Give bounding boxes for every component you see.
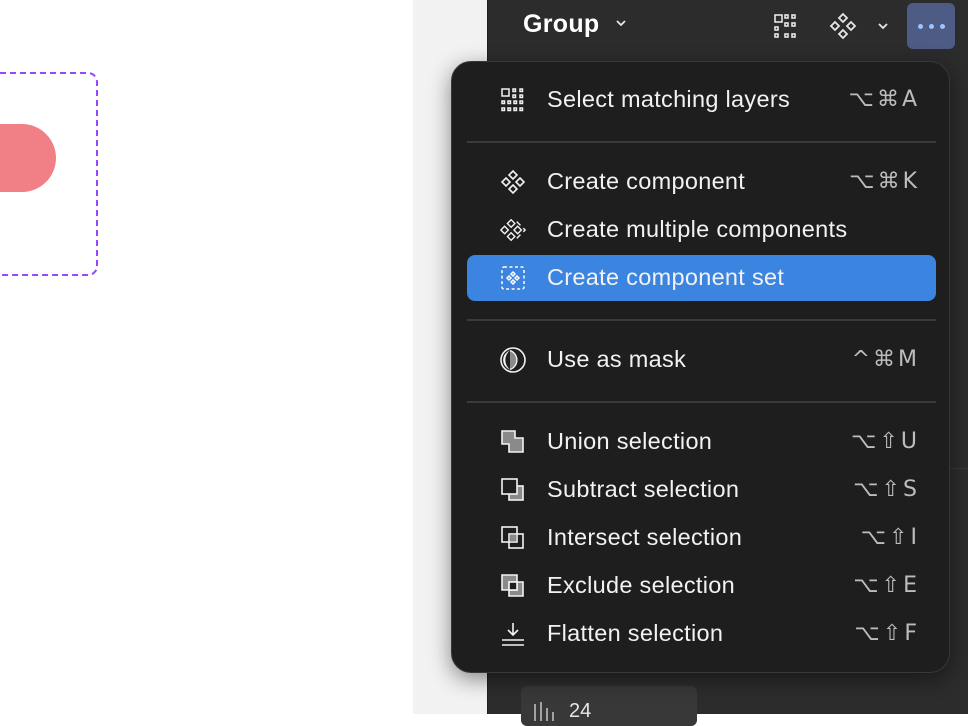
menu-item-subtract-selection[interactable]: Subtract selection ⌥⇧S <box>467 467 936 513</box>
menu-item-label: Flatten selection <box>547 620 724 646</box>
menu-item-select-matching-layers[interactable]: Select matching layers ⌥⌘A <box>467 77 936 123</box>
menu-item-create-component-set[interactable]: Create component set <box>467 255 936 301</box>
more-options-button[interactable] <box>907 3 955 49</box>
bar-height-icon <box>534 702 554 721</box>
more-options-menu: Select matching layers ⌥⌘A Create compon… <box>451 61 950 673</box>
menu-item-label: Subtract selection <box>547 476 740 502</box>
height-field[interactable]: 24 <box>521 686 697 726</box>
menu-item-shortcut: ^⌘M <box>851 347 920 372</box>
menu-item-union-selection[interactable]: Union selection ⌥⇧U <box>467 419 936 465</box>
menu-item-create-multiple-components[interactable]: Create multiple components <box>467 207 936 253</box>
menu-item-flatten-selection[interactable]: Flatten selection ⌥⇧F <box>467 611 936 657</box>
menu-item-shortcut: ⌥⌘K <box>849 169 920 194</box>
menu-item-label: Create component <box>547 168 746 194</box>
union-icon <box>499 428 527 456</box>
chevron-down-icon[interactable] <box>865 8 901 44</box>
select-matching-icon <box>499 86 527 114</box>
chevron-down-icon[interactable] <box>614 16 628 35</box>
more-icon <box>917 23 923 29</box>
menu-item-shortcut: ⌥⇧U <box>851 429 920 454</box>
menu-item-label: Union selection <box>547 428 713 454</box>
component-set-icon <box>499 264 527 292</box>
component-icon[interactable] <box>825 8 861 44</box>
menu-item-intersect-selection[interactable]: Intersect selection ⌥⇧I <box>467 515 936 561</box>
select-matching-icon[interactable] <box>768 8 804 44</box>
menu-item-shortcut: ⌥⇧I <box>860 525 920 550</box>
panel-divider <box>948 468 968 469</box>
subtract-icon <box>499 476 527 504</box>
menu-item-label: Intersect selection <box>547 524 743 550</box>
flatten-icon <box>499 620 527 648</box>
height-value: 24 <box>569 700 592 722</box>
menu-item-shortcut: ⌥⇧F <box>854 621 920 646</box>
menu-item-shortcut: ⌥⇧S <box>853 477 920 502</box>
design-canvas[interactable]: n <box>0 0 413 714</box>
menu-divider <box>467 141 936 143</box>
multiple-components-icon <box>499 216 527 244</box>
menu-divider <box>467 401 936 403</box>
menu-item-label: Create component set <box>547 264 785 290</box>
menu-item-exclude-selection[interactable]: Exclude selection ⌥⇧E <box>467 563 936 609</box>
menu-item-label: Exclude selection <box>547 572 735 598</box>
menu-item-shortcut: ⌥⌘A <box>848 87 920 112</box>
menu-item-use-as-mask[interactable]: Use as mask ^⌘M <box>467 337 936 383</box>
menu-item-label: Create multiple components <box>547 216 848 242</box>
menu-item-label: Use as mask <box>547 346 687 372</box>
menu-item-shortcut: ⌥⇧E <box>853 573 920 598</box>
component-icon <box>499 168 527 196</box>
selection-type-title[interactable]: Group <box>523 10 600 39</box>
mask-icon <box>499 346 527 374</box>
intersect-icon <box>499 524 527 552</box>
menu-divider <box>467 319 936 321</box>
menu-item-create-component[interactable]: Create component ⌥⌘K <box>467 159 936 205</box>
exclude-icon <box>499 572 527 600</box>
menu-item-label: Select matching layers <box>547 86 791 112</box>
